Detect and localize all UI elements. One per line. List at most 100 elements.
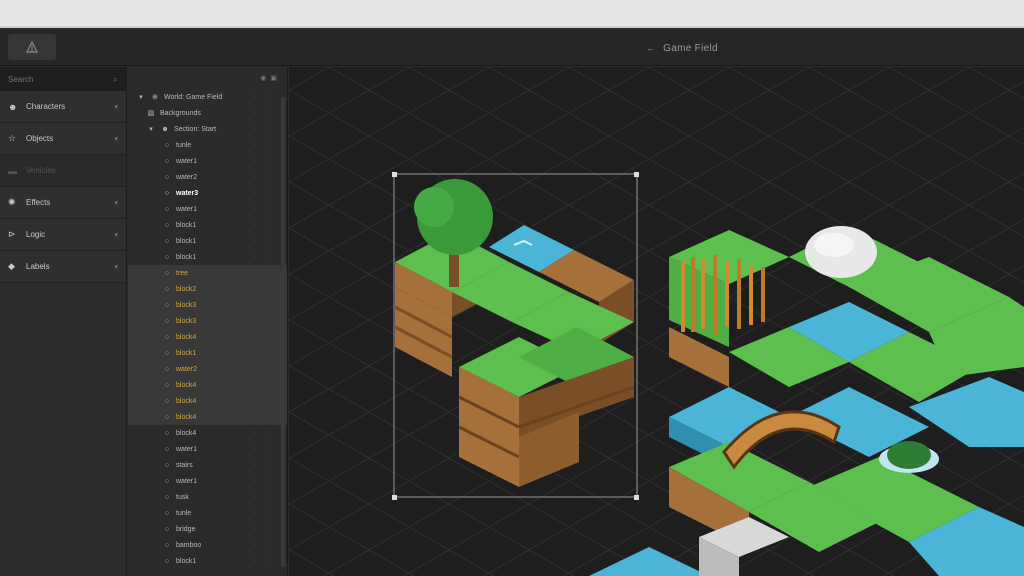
tree-row[interactable]: ▾ ☻ Section: Start ◦ ◦ <box>128 121 287 137</box>
row-actions[interactable]: ◦ ◦ <box>254 494 275 500</box>
handle-br[interactable] <box>634 495 639 500</box>
category-characters[interactable]: ☻ Characters ▾ <box>0 91 126 123</box>
bush[interactable] <box>887 441 931 469</box>
tree-row[interactable]: ○ water1 ◦ ◦ <box>128 153 287 169</box>
chevron-down-icon[interactable]: ▾ <box>146 125 156 133</box>
tree-row[interactable]: ○ water2 ◦ ◦ <box>128 169 287 185</box>
row-actions[interactable]: ◦ ◦ <box>254 110 275 116</box>
tree-row[interactable]: ○ block4 ◦ ◦ <box>128 377 287 393</box>
handle-bl[interactable] <box>392 495 397 500</box>
tree-row-label: block3 <box>176 301 197 309</box>
tree-row[interactable]: ○ block4 ◦ ◦ <box>128 425 287 441</box>
row-actions[interactable]: ◦ ◦ <box>254 126 275 132</box>
tree-row[interactable]: ○ block1 ◦ ◦ <box>128 553 287 569</box>
row-actions[interactable]: ◦ ◦ <box>254 414 275 420</box>
category-objects[interactable]: ☆ Objects ▾ <box>0 123 126 155</box>
tree-row[interactable]: ○ block1 ◦ ◦ <box>128 249 287 265</box>
object-icon: ○ <box>164 397 170 405</box>
row-actions[interactable]: ◦ ◦ <box>254 366 275 372</box>
category-logic[interactable]: ⊳ Logic ▾ <box>0 219 126 251</box>
category-label: Objects <box>26 134 54 143</box>
lock-icon[interactable]: ▣ <box>270 74 277 82</box>
tree-row[interactable]: ○ stairs ◦ ◦ <box>128 457 287 473</box>
tree-row[interactable]: ○ water1 ◦ ◦ <box>128 201 287 217</box>
row-actions[interactable]: ◦ ◦ <box>254 542 275 548</box>
tree-scrollbar[interactable] <box>281 97 285 567</box>
row-actions[interactable]: ◦ ◦ <box>254 478 275 484</box>
game-field-canvas[interactable] <box>289 67 1024 576</box>
row-actions[interactable]: ◦ ◦ <box>254 446 275 452</box>
row-actions[interactable]: ◦ ◦ <box>254 222 275 228</box>
tree-row[interactable]: ○ water1 ◦ ◦ <box>128 441 287 457</box>
category-labels[interactable]: ◆ Labels ▾ <box>0 251 126 283</box>
tree-row[interactable]: ○ water2 ◦ ◦ <box>128 361 287 377</box>
scene-view[interactable] <box>289 67 1024 576</box>
person-icon: ☻ <box>8 101 18 112</box>
row-actions[interactable]: ◦ ◦ <box>254 238 275 244</box>
row-actions[interactable]: ◦ ◦ <box>254 398 275 404</box>
row-actions[interactable]: ◦ ◦ <box>254 430 275 436</box>
category-label: Labels <box>26 262 50 271</box>
chevron-down-icon[interactable]: ▾ <box>114 135 118 143</box>
tree-row[interactable]: ○ block1 ◦ ◦ <box>128 233 287 249</box>
tree-row-label: block2 <box>176 285 197 293</box>
tree-row[interactable]: ○ block3 ◦ ◦ <box>128 297 287 313</box>
row-actions[interactable]: ◦ ◦ <box>254 254 275 260</box>
row-actions[interactable]: ◦ ◦ <box>254 510 275 516</box>
arrow-left-icon[interactable]: ← <box>646 43 655 53</box>
tree-row[interactable]: ○ tusk ◦ ◦ <box>128 489 287 505</box>
row-actions[interactable]: ◦ ◦ <box>254 526 275 532</box>
chevron-down-icon[interactable]: ▾ <box>114 263 118 271</box>
row-actions[interactable]: ◦ ◦ <box>254 302 275 308</box>
handle-tr[interactable] <box>634 172 639 177</box>
object-icon: ○ <box>164 333 170 341</box>
tree-row-label: tusk <box>176 493 189 501</box>
tree-row[interactable]: ○ bamboo ◦ ◦ <box>128 537 287 553</box>
tree-row[interactable]: ○ block3 ◦ ◦ <box>128 313 287 329</box>
row-actions[interactable]: ◦ ◦ <box>254 382 275 388</box>
logic-icon: ⊳ <box>8 229 16 239</box>
tree-row[interactable]: ○ block1 ◦ ◦ <box>128 217 287 233</box>
tree-row[interactable]: ▾ ⊕ World: Game Field ◦ ◦ <box>128 89 287 105</box>
search-input[interactable] <box>8 74 98 84</box>
row-actions[interactable]: ◦ ◦ <box>254 462 275 468</box>
eye-icon[interactable]: ◉ <box>260 74 266 82</box>
row-actions[interactable]: ◦ ◦ <box>254 350 275 356</box>
object-icon: ○ <box>164 285 170 293</box>
search-icon[interactable]: ⌕ <box>113 74 118 85</box>
tree-row[interactable]: ○ block4 ◦ ◦ <box>128 393 287 409</box>
row-actions[interactable]: ◦ ◦ <box>254 174 275 180</box>
row-actions[interactable]: ◦ ◦ <box>254 558 275 564</box>
chevron-down-icon[interactable]: ▾ <box>114 103 118 111</box>
chevron-down-icon[interactable]: ▾ <box>136 93 146 101</box>
row-actions[interactable]: ◦ ◦ <box>254 334 275 340</box>
tree-row[interactable]: ○ block1 ◦ ◦ <box>128 345 287 361</box>
tree-row[interactable]: ○ bridge ◦ ◦ <box>128 521 287 537</box>
tree-row[interactable]: ▨ Backgrounds ◦ ◦ <box>128 105 287 121</box>
row-actions[interactable]: ◦ ◦ <box>254 206 275 212</box>
object-icon: ○ <box>164 429 170 437</box>
tree-row[interactable]: ○ water3 ◦ ◦ <box>128 185 287 201</box>
tree-row[interactable]: ○ block2 ◦ ◦ <box>128 281 287 297</box>
row-actions[interactable]: ◦ ◦ <box>254 318 275 324</box>
tree-row-label: water2 <box>176 365 198 373</box>
tree-row[interactable]: ○ tunle ◦ ◦ <box>128 505 287 521</box>
search-bar: ⌕ <box>0 67 126 91</box>
row-actions[interactable]: ◦ ◦ <box>254 158 275 164</box>
handle-tl[interactable] <box>392 172 397 177</box>
tree-row[interactable]: ○ water1 ◦ ◦ <box>128 473 287 489</box>
chevron-down-icon[interactable]: ▾ <box>114 231 118 239</box>
category-vehicles[interactable]: ▬ Vehicles <box>0 155 126 187</box>
tree-row[interactable]: ○ tree ◦ ◦ <box>128 265 287 281</box>
tree-row[interactable]: ○ block4 ◦ ◦ <box>128 409 287 425</box>
row-actions[interactable]: ◦ ◦ <box>254 190 275 196</box>
tree-row[interactable]: ○ tunle ◦ ◦ <box>128 137 287 153</box>
category-effects[interactable]: ✺ Effects ▾ <box>0 187 126 219</box>
row-actions[interactable]: ◦ ◦ <box>254 142 275 148</box>
row-actions[interactable]: ◦ ◦ <box>254 94 275 100</box>
tree-row[interactable]: ○ block4 ◦ ◦ <box>128 329 287 345</box>
row-actions[interactable]: ◦ ◦ <box>254 286 275 292</box>
chevron-down-icon[interactable]: ▾ <box>114 199 118 207</box>
person-icon: ☻ <box>161 125 169 133</box>
row-actions[interactable]: ◦ ◦ <box>254 270 275 276</box>
